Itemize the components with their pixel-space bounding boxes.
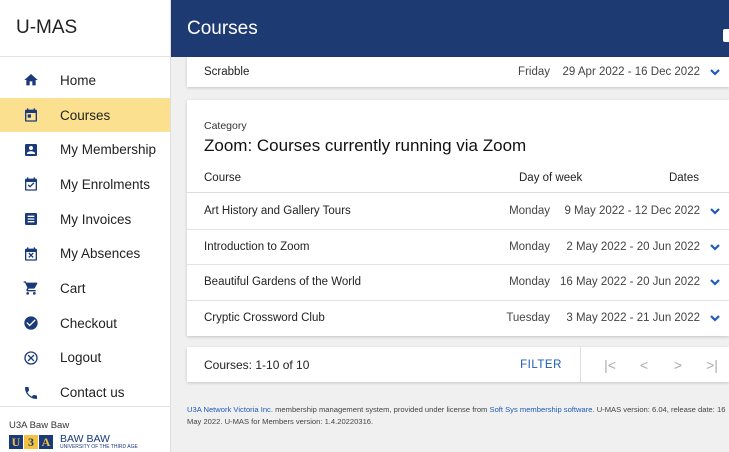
course-day: Tuesday <box>506 312 550 325</box>
course-name: Introduction to Zoom <box>204 240 310 253</box>
pagination-bar: Courses: 1-10 of 10 FILTER |< < > >| <box>187 347 729 382</box>
sidebar-footer: U3A Baw Baw U 3 A BAW BAW UNIVERSITY OF … <box>0 406 171 452</box>
sidebar-item-cart[interactable]: Cart <box>0 271 170 306</box>
sidebar-item-my-invoices[interactable]: My Invoices <box>0 202 170 237</box>
sidebar-item-label: Checkout <box>60 315 118 331</box>
sidebar-item-home[interactable]: Home <box>0 63 170 98</box>
sidebar-item-label: My Enrolments <box>60 176 151 192</box>
course-dates: 16 May 2022 - 20 Jun 2022 <box>559 276 700 289</box>
logo-letter: U <box>9 435 23 449</box>
column-header-day: Day of week <box>519 172 583 184</box>
chevron-down-icon[interactable] <box>700 205 729 217</box>
course-name: Art History and Gallery Tours <box>204 205 351 218</box>
app-title: U-MAS <box>0 0 170 57</box>
sidebar-item-my-membership[interactable]: My Membership <box>0 132 170 167</box>
footer-text: membership management system, provided u… <box>272 405 490 414</box>
previous-page-button[interactable]: < <box>627 357 661 373</box>
sidebar-item-label: My Invoices <box>60 211 132 227</box>
sidebar: U-MAS Home Courses My Membership My Enro… <box>0 0 171 452</box>
logo-tagline: UNIVERSITY OF THE THIRD AGE <box>60 444 138 450</box>
sidebar-item-label: Cart <box>60 280 86 296</box>
table-row[interactable]: Cryptic Crossword Club Tuesday 3 May 202… <box>187 301 729 337</box>
u3a-logo: U 3 A BAW BAW UNIVERSITY OF THE THIRD AG… <box>9 434 171 450</box>
course-dates: 29 Apr 2022 - 16 Dec 2022 <box>562 66 700 78</box>
calendar-x-icon <box>23 246 39 262</box>
course-dates: 3 May 2022 - 21 Jun 2022 <box>566 312 700 325</box>
course-dates: 2 May 2022 - 20 Jun 2022 <box>566 240 700 253</box>
column-header-dates: Dates <box>668 172 699 184</box>
table-header: Course Day of week Dates <box>187 164 729 193</box>
course-day: Friday <box>518 66 550 78</box>
course-day: Monday <box>509 276 550 289</box>
course-name: Beautiful Gardens of the World <box>204 276 362 289</box>
sidebar-item-label: Contact us <box>60 385 125 401</box>
category-card: Category Zoom: Courses currently running… <box>187 100 729 336</box>
list-icon <box>23 211 39 227</box>
chevron-down-icon[interactable] <box>700 276 729 288</box>
organisation-name: U3A Baw Baw <box>9 420 70 431</box>
table-row[interactable]: Introduction to Zoom Monday 2 May 2022 -… <box>187 230 729 265</box>
sidebar-item-label: Logout <box>60 350 102 366</box>
logo-mark: U 3 A <box>9 435 54 449</box>
course-name: Scrabble <box>204 66 250 78</box>
sidebar-item-label: My Absences <box>60 246 141 262</box>
sidebar-item-label: Home <box>60 72 97 88</box>
sidebar-item-courses[interactable]: Courses <box>0 97 170 133</box>
x-circle-icon <box>23 350 39 366</box>
calendar-check-icon <box>23 176 39 192</box>
first-page-button[interactable]: |< <box>593 357 627 373</box>
logo-name: BAW BAW <box>60 433 110 445</box>
course-day: Monday <box>509 240 550 253</box>
page-buttons: |< < > >| <box>580 347 729 382</box>
badge-icon <box>23 142 39 158</box>
account-icon[interactable] <box>723 29 729 42</box>
logo-letter: 3 <box>24 435 38 449</box>
table-row[interactable]: Beautiful Gardens of the World Monday 16… <box>187 265 729 301</box>
sidebar-nav: Home Courses My Membership My Enrolments… <box>0 57 170 410</box>
sidebar-item-my-absences[interactable]: My Absences <box>0 236 170 271</box>
course-day: Monday <box>509 205 550 218</box>
next-page-button[interactable]: > <box>661 357 695 373</box>
app-bar: Courses <box>171 0 729 57</box>
previous-course-card: Scrabble Friday 29 Apr 2022 - 16 Dec 202… <box>187 57 729 87</box>
sidebar-item-contact-us[interactable]: Contact us <box>0 375 170 410</box>
column-header-course: Course <box>204 172 242 184</box>
table-row[interactable]: Scrabble Friday 29 Apr 2022 - 16 Dec 202… <box>187 57 729 87</box>
chevron-down-icon[interactable] <box>700 312 729 324</box>
filter-button[interactable]: FILTER <box>514 359 568 371</box>
last-page-button[interactable]: >| <box>695 357 729 373</box>
page-footer: U3A Network Victoria Inc. membership man… <box>187 404 729 428</box>
table-row[interactable]: Art History and Gallery Tours Monday 9 M… <box>187 194 729 230</box>
chevron-down-icon[interactable] <box>700 241 729 253</box>
category-label: Category <box>204 120 247 132</box>
home-icon <box>23 72 39 88</box>
calendar-icon <box>23 107 39 123</box>
course-dates: 9 May 2022 - 12 Dec 2022 <box>564 205 700 218</box>
logo-letter: A <box>39 435 53 449</box>
sidebar-item-checkout[interactable]: Checkout <box>0 306 170 341</box>
phone-icon <box>23 385 39 401</box>
sidebar-item-my-enrolments[interactable]: My Enrolments <box>0 167 170 202</box>
softsys-link[interactable]: Soft Sys membership software <box>490 405 593 414</box>
course-name: Cryptic Crossword Club <box>204 312 325 325</box>
course-count: Courses: 1-10 of 10 <box>204 357 310 372</box>
chevron-down-icon[interactable] <box>700 66 729 78</box>
cart-icon <box>23 280 39 296</box>
sidebar-item-label: Courses <box>60 107 111 123</box>
sidebar-item-label: My Membership <box>60 142 157 158</box>
sidebar-item-logout[interactable]: Logout <box>0 341 170 376</box>
course-table: Art History and Gallery Tours Monday 9 M… <box>187 194 729 336</box>
u3a-network-link[interactable]: U3A Network Victoria Inc. <box>187 405 273 414</box>
page-title: Courses <box>187 17 258 39</box>
category-title: Zoom: Courses currently running via Zoom <box>204 136 527 155</box>
check-circle-icon <box>23 315 39 331</box>
